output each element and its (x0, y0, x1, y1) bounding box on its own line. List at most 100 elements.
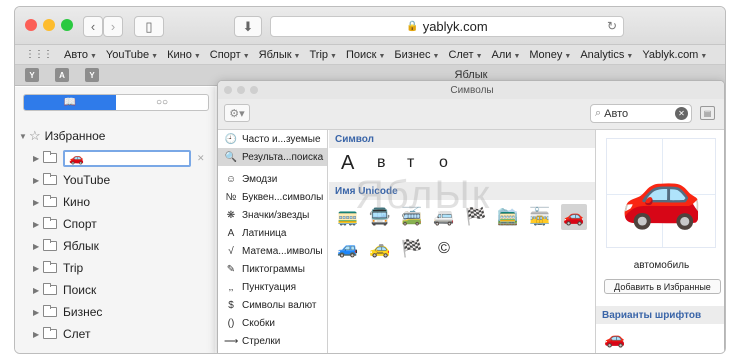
smiley-icon: ☺ (225, 173, 237, 185)
pinned-tab[interactable]: A (55, 68, 69, 82)
emoji-cell[interactable]: 🏁 (399, 236, 425, 262)
favorites-item[interactable]: YouTube ▼ (106, 49, 158, 61)
palette-zoom-button[interactable] (250, 86, 258, 94)
sidebar-folder-row[interactable]: ▶ Поиск (33, 280, 233, 300)
folder-icon (43, 195, 57, 207)
emoji-cell[interactable]: © (431, 236, 457, 262)
favorites-item[interactable]: Yablyk.com ▼ (642, 49, 707, 61)
category-item[interactable]: ‚‚ Пунктуация (218, 278, 327, 296)
disclosure-closed-icon[interactable]: ▶ (33, 198, 43, 207)
emoji-cell[interactable]: 🚞 (495, 204, 521, 230)
sidebar-folder-row[interactable]: ▶ Trip (33, 258, 233, 278)
folder-icon (43, 217, 57, 229)
zoom-window-button[interactable] (61, 19, 73, 31)
disclosure-closed-icon[interactable]: ▶ (33, 242, 43, 251)
section-header-unicode-name: Имя Unicode (329, 182, 595, 200)
sidebar-folder-row[interactable]: ▶ Бизнес (33, 302, 233, 322)
pinned-tab[interactable]: Y (85, 68, 99, 82)
chevron-down-icon: ▼ (432, 52, 440, 60)
emoji-cell[interactable]: 🚕 (367, 236, 393, 262)
character-cell[interactable]: А (341, 152, 354, 175)
category-item[interactable]: () Скобки (218, 314, 327, 332)
category-item[interactable]: ☺ Эмодзи (218, 170, 327, 188)
bookmarks-tab[interactable]: 📖 (24, 95, 116, 110)
emoji-cell[interactable]: 🚍 (367, 204, 393, 230)
pinned-tab[interactable]: Y (25, 68, 39, 82)
sidebar-folder-row[interactable]: ▶ Слет (33, 324, 233, 344)
minimize-window-button[interactable] (43, 19, 55, 31)
font-variant-cell[interactable]: 🚗 (604, 329, 625, 349)
emoji-cell[interactable]: 🚙 (335, 236, 361, 262)
favorites-bar: ⋮⋮⋮ Авто ▼ YouTube ▼ Кино ▼ Спорт ▼ Яблык ▼ T… (15, 45, 725, 65)
character-cell[interactable]: о (439, 154, 448, 172)
sidebar-folder-row[interactable]: ▶ YouTube (33, 170, 233, 190)
favorites-item[interactable]: Спорт ▼ (210, 49, 250, 61)
disclosure-open-icon[interactable]: ▼ (19, 132, 29, 141)
dollar-icon: $ (228, 299, 234, 311)
chevron-down-icon: ▼ (475, 52, 483, 60)
emoji-cell[interactable]: 🏁 (463, 204, 489, 230)
category-item[interactable]: 🕘 Часто и...зуемые (218, 130, 327, 148)
favorites-item[interactable]: Яблык ▼ (259, 49, 301, 61)
folder-icon (43, 151, 57, 163)
close-icon[interactable]: ✕ (197, 153, 205, 164)
favorites-item[interactable]: Analytics ▼ (580, 49, 633, 61)
disclosure-closed-icon[interactable]: ▶ (33, 154, 43, 163)
back-button[interactable]: ‹ (83, 16, 103, 37)
sidebar-icon: ▯ (145, 18, 153, 34)
category-item[interactable]: √ Матема...имволы (218, 242, 327, 260)
forward-button[interactable]: › (103, 16, 123, 37)
category-item[interactable]: № Буквен...символы (218, 188, 327, 206)
downloads-button[interactable]: ⬇ (234, 16, 262, 37)
sidebar-folder-row[interactable]: ▶ Спорт (33, 214, 233, 234)
favorites-folder-row[interactable]: ▼ ☆ Избранное (19, 126, 219, 146)
character-cell[interactable]: в (377, 154, 386, 172)
disclosure-closed-icon[interactable]: ▶ (33, 220, 43, 229)
reading-list-tab[interactable]: ○○ (116, 95, 208, 110)
sqrt-icon: √ (228, 245, 234, 257)
chevron-right-icon: › (110, 19, 116, 34)
emoji-cell[interactable]: 🚋 (527, 204, 553, 230)
disclosure-closed-icon[interactable]: ▶ (33, 308, 43, 317)
palette-minimize-button[interactable] (237, 86, 245, 94)
category-item[interactable]: ⟶ Стрелки (218, 332, 327, 350)
add-to-favorites-button[interactable]: Добавить в Избранные (604, 279, 721, 294)
toggle-info-icon[interactable]: ▤ (700, 106, 715, 120)
category-item[interactable]: ❋ Значки/звезды (218, 206, 327, 224)
disclosure-closed-icon[interactable]: ▶ (33, 176, 43, 185)
favorites-item[interactable]: Поиск ▼ (346, 49, 385, 61)
action-menu-button[interactable]: ⚙▾ (224, 104, 250, 122)
character-cell[interactable]: т (407, 154, 414, 172)
category-item-selected[interactable]: 🔍 Результа...поиска (218, 148, 327, 166)
sidebar-folder-row[interactable]: ▶ Яблык (33, 236, 233, 256)
favorites-item[interactable]: Money ▼ (529, 49, 571, 61)
favorites-item[interactable]: Trip ▼ (309, 49, 336, 61)
category-item[interactable]: ✎ Пиктограммы (218, 260, 327, 278)
emoji-cell[interactable]: 🚎 (399, 204, 425, 230)
favorites-item[interactable]: Али ▼ (492, 49, 521, 61)
sidebar-toggle-button[interactable]: ▯ (134, 16, 164, 37)
clear-search-icon[interactable]: ✕ (675, 107, 688, 120)
category-item[interactable]: A Латиница (218, 224, 327, 242)
favorites-item[interactable]: Авто ▼ (64, 49, 97, 61)
emoji-cell-selected[interactable]: 🚗 (561, 204, 587, 230)
sidebar-folder-row[interactable]: ▶ Кино (33, 192, 233, 212)
favorites-item[interactable]: Бизнес ▼ (394, 49, 439, 61)
close-window-button[interactable] (25, 19, 37, 31)
reload-icon[interactable]: ↻ (607, 19, 617, 33)
emoji-cell[interactable]: 🚃 (335, 204, 361, 230)
address-bar[interactable]: 🔒 yablyk.com ↻ (270, 16, 624, 37)
disclosure-closed-icon[interactable]: ▶ (33, 264, 43, 273)
favorites-item[interactable]: Слет ▼ (448, 49, 482, 61)
palette-close-button[interactable] (224, 86, 232, 94)
grid-icon[interactable]: ⋮⋮⋮ (25, 49, 53, 60)
bookmark-edit-row[interactable]: ▶ 🚗 ✕ (33, 148, 233, 168)
disclosure-closed-icon[interactable]: ▶ (33, 286, 43, 295)
category-item[interactable]: $ Символы валют (218, 296, 327, 314)
disclosure-closed-icon[interactable]: ▶ (33, 330, 43, 339)
character-search-field[interactable]: ⌕ Авто ✕ (590, 104, 692, 123)
palette-title: Символы (450, 84, 494, 96)
favorites-item[interactable]: Кино ▼ (167, 49, 201, 61)
bookmark-name-input[interactable]: 🚗 (63, 149, 191, 167)
emoji-cell[interactable]: 🚐 (431, 204, 457, 230)
